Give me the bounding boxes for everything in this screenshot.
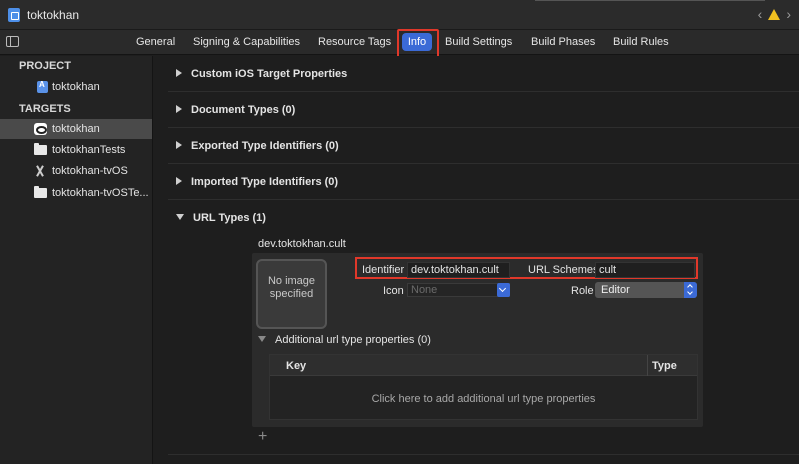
disclosure-right-icon[interactable] (176, 141, 182, 149)
warning-icon[interactable] (768, 8, 781, 20)
url-schemes-field[interactable]: cult (595, 262, 695, 278)
tab-signing-capabilities[interactable]: Signing & Capabilities (193, 36, 300, 48)
section-exported-type-identifiers[interactable]: Exported Type Identifiers (0) (176, 140, 339, 152)
tab-build-settings[interactable]: Build Settings (445, 36, 512, 48)
disclosure-right-icon[interactable] (176, 69, 182, 77)
app-target-icon (34, 123, 47, 135)
tab-build-phases[interactable]: Build Phases (531, 36, 595, 48)
test-bundle-icon (34, 186, 47, 198)
disclosure-down-icon[interactable] (258, 336, 266, 342)
additional-properties-table[interactable]: Key Type Click here to add additional ur… (269, 354, 698, 420)
chevron-left-icon[interactable]: ‹ (758, 6, 763, 22)
table-empty-placeholder[interactable]: Click here to add additional url type pr… (270, 393, 697, 405)
progress-line (535, 0, 765, 1)
window-title: toktokhan (27, 8, 80, 22)
disclosure-down-icon[interactable] (176, 214, 184, 220)
table-header: Key Type (270, 355, 697, 376)
section-custom-ios-target-properties[interactable]: Custom iOS Target Properties (176, 68, 347, 80)
sidebar-item-project[interactable]: toktokhan (0, 77, 152, 97)
targets-header: TARGETS (19, 103, 71, 115)
role-label: Role (571, 285, 594, 297)
chevron-down-icon[interactable] (497, 283, 510, 297)
chevron-right-icon[interactable]: › (786, 6, 791, 22)
sidebar-item-target-toktokhan[interactable]: toktokhan (0, 119, 152, 139)
section-imported-type-identifiers[interactable]: Imported Type Identifiers (0) (176, 176, 338, 188)
divider (168, 199, 799, 200)
divider (168, 163, 799, 164)
role-popup-button[interactable]: Editor (595, 282, 697, 298)
titlebar-nav: ‹ › (758, 6, 791, 22)
test-bundle-icon (34, 143, 47, 155)
sidebar-item-label: toktokhan-tvOSTe... (52, 187, 149, 199)
project-header: PROJECT (19, 60, 71, 72)
column-header-key[interactable]: Key (286, 360, 306, 372)
column-divider (647, 355, 648, 376)
sidebar-item-target-tvos[interactable]: toktokhan-tvOS (0, 161, 152, 181)
divider (168, 91, 799, 92)
identifier-label: Identifier (362, 264, 405, 276)
additional-properties-label: Additional url type properties (0) (275, 334, 431, 346)
project-file-icon (8, 8, 20, 22)
sidebar-item-label: toktokhanTests (52, 144, 126, 156)
additional-properties-disclosure[interactable]: Additional url type properties (0) (258, 334, 431, 346)
section-label: Exported Type Identifiers (0) (191, 140, 339, 152)
up-down-chevron-icon[interactable] (684, 282, 697, 298)
tab-resource-tags[interactable]: Resource Tags (318, 36, 391, 48)
sidebar-item-target-tvos-tests[interactable]: toktokhan-tvOSTe... (0, 183, 152, 203)
identifier-field[interactable]: dev.toktokhan.cult (407, 262, 510, 278)
section-url-types[interactable]: URL Types (1) (176, 212, 266, 224)
project-navigator (0, 56, 153, 464)
sidebar-item-label: toktokhan-tvOS (52, 165, 128, 177)
add-url-type-button[interactable]: + (258, 429, 267, 445)
url-schemes-label: URL Schemes (528, 264, 599, 276)
tab-info[interactable]: Info (402, 33, 432, 51)
section-label: Custom iOS Target Properties (191, 68, 348, 80)
divider (168, 127, 799, 128)
disclosure-right-icon[interactable] (176, 177, 182, 185)
tab-general[interactable]: General (136, 36, 175, 48)
sidebar-item-label: toktokhan (52, 81, 100, 93)
sidebar-toggle-icon[interactable] (6, 36, 19, 47)
section-label: Document Types (0) (191, 104, 296, 116)
url-type-image-well[interactable]: No image specified (256, 259, 327, 329)
project-file-icon (37, 80, 48, 93)
url-type-name: dev.toktokhan.cult (258, 238, 346, 250)
image-placeholder-text: No image specified (267, 275, 316, 300)
sidebar-item-label: toktokhan (52, 123, 100, 135)
section-document-types[interactable]: Document Types (0) (176, 104, 295, 116)
divider (168, 454, 799, 455)
column-header-type[interactable]: Type (652, 360, 677, 372)
sidebar-item-target-tests[interactable]: toktokhanTests (0, 140, 152, 160)
icon-label: Icon (383, 285, 404, 297)
window-titlebar: toktokhan ‹ › (0, 0, 799, 30)
section-label: Imported Type Identifiers (0) (191, 176, 339, 188)
tab-build-rules[interactable]: Build Rules (613, 36, 669, 48)
icon-combo-box[interactable]: None (407, 283, 510, 297)
disclosure-right-icon[interactable] (176, 105, 182, 113)
section-label: URL Types (1) (193, 212, 266, 224)
tvos-app-icon (34, 165, 47, 177)
